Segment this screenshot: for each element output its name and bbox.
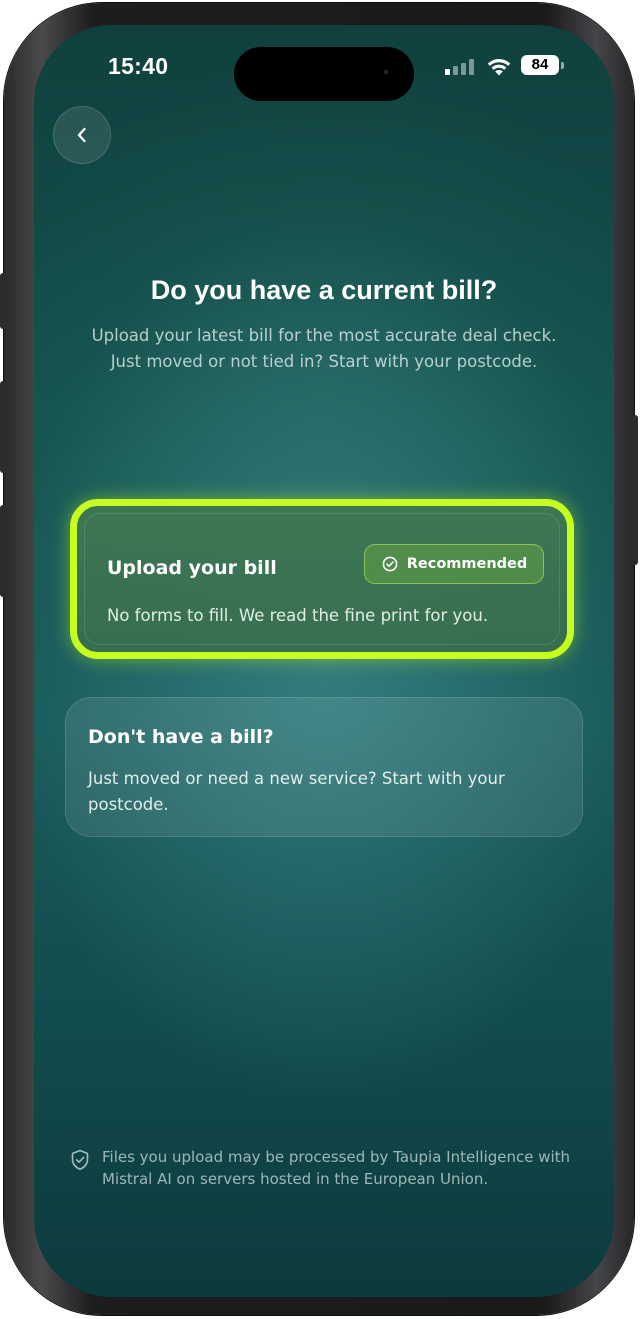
back-button[interactable]: [53, 106, 111, 164]
upload-bill-option[interactable]: Upload your bill Recommended No forms to…: [70, 499, 574, 659]
cellular-signal-icon: [445, 59, 475, 75]
phone-frame: 15:40 84 Do you have a current bill? Upl…: [0, 3, 638, 1315]
disclaimer-text: Files you upload may be processed by Tau…: [102, 1148, 571, 1188]
volume-up-button: [0, 381, 6, 473]
recommended-label: Recommended: [406, 556, 528, 572]
page-subtitle: Upload your latest bill for the most acc…: [91, 326, 557, 371]
volume-down-button: [0, 505, 6, 597]
recommended-badge: Recommended: [364, 544, 544, 584]
check-circle-icon: [382, 556, 398, 572]
chevron-left-icon: [77, 127, 86, 143]
no-bill-option[interactable]: Don't have a bill? Just moved or need a …: [65, 697, 583, 837]
battery-tip: [561, 62, 564, 69]
page-title: Do you have a current bill?: [150, 275, 498, 305]
no-bill-title: Don't have a bill?: [88, 726, 274, 748]
power-button: [632, 415, 638, 565]
screen: 15:40 84 Do you have a current bill? Upl…: [34, 25, 614, 1297]
upload-option-description: No forms to fill. We read the fine print…: [107, 606, 489, 625]
shield-check-icon: [71, 1149, 89, 1170]
camera-dot: [384, 70, 388, 74]
battery-indicator: 84: [521, 55, 559, 75]
status-time: 15:40: [108, 53, 169, 79]
wifi-icon: [487, 59, 511, 76]
dynamic-island: [234, 47, 414, 101]
no-bill-description: Just moved or need a new service? Start …: [88, 769, 505, 814]
action-button: [0, 273, 6, 329]
upload-option-title: Upload your bill: [107, 557, 277, 579]
